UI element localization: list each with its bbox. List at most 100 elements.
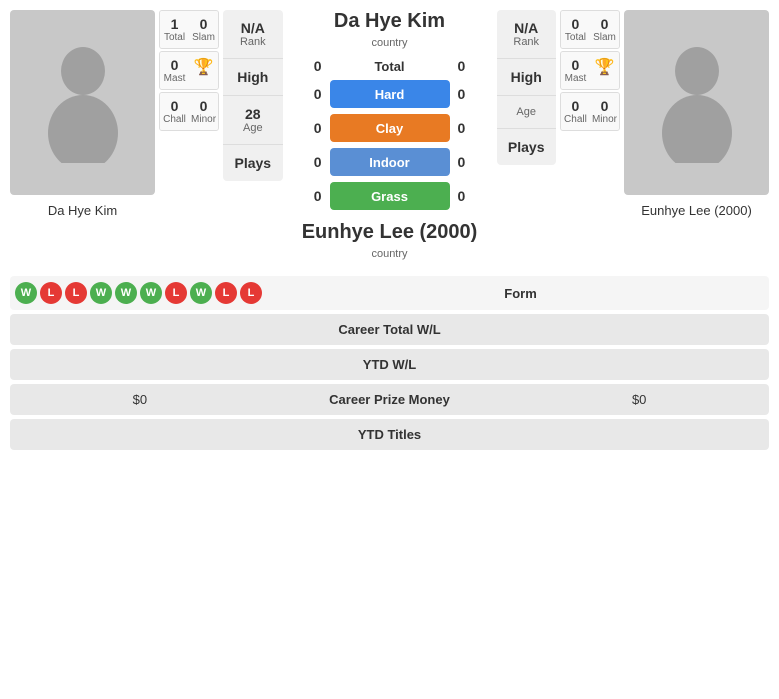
hard-badge: Hard — [330, 80, 450, 108]
left-plays-cell: Plays — [223, 145, 282, 181]
left-player-avatar-card: Da Hye Kim — [10, 10, 155, 218]
right-mast-label: Mast — [565, 73, 587, 84]
left-rank-cell: N/A Rank — [223, 10, 282, 59]
right-player-name-center: Eunhye Lee (2000) — [302, 221, 478, 244]
right-stats-block: 0 Total 0 Slam 0 Mast 🏆 0 — [560, 10, 620, 131]
form-badge-w: W — [15, 282, 37, 304]
left-total-value: 1 — [171, 16, 179, 32]
left-slam-label: Slam — [192, 32, 215, 43]
left-trophy-cell: 🏆 — [189, 52, 218, 89]
left-age-label: Age — [243, 122, 263, 134]
clay-badge: Clay — [330, 114, 450, 142]
ytd-titles-label: YTD Titles — [265, 427, 515, 442]
hard-score-right: 0 — [458, 86, 488, 102]
hard-score-left: 0 — [292, 86, 322, 102]
prize-right: $0 — [514, 392, 764, 407]
right-trophy-cell: 🏆 — [590, 52, 619, 89]
total-row: 0 Total 0 — [292, 58, 488, 74]
total-score-right: 0 — [458, 58, 488, 74]
clay-score-left: 0 — [292, 120, 322, 136]
ytd-wl-label: YTD W/L — [265, 357, 515, 372]
left-country-label: country — [371, 37, 407, 49]
total-score-left: 0 — [292, 58, 322, 74]
right-slam-cell: 0 Slam — [590, 11, 619, 48]
form-badge-l: L — [40, 282, 62, 304]
left-age-value: 28 — [245, 106, 261, 122]
ytd-titles-row: YTD Titles — [10, 419, 769, 450]
grass-row: 0 Grass 0 — [292, 182, 488, 210]
right-age-label: Age — [516, 106, 536, 118]
right-high-cell: High — [497, 59, 556, 96]
right-plays-value: Plays — [508, 139, 545, 155]
right-detail-card: N/A Rank High Age Plays — [497, 10, 556, 165]
form-badge-w: W — [115, 282, 137, 304]
left-slam-cell: 0 Slam — [189, 11, 218, 48]
left-rank-value: N/A — [241, 20, 265, 36]
right-plays-cell: Plays — [497, 129, 556, 165]
left-slam-value: 0 — [200, 16, 208, 32]
left-minor-cell: 0 Minor — [189, 93, 218, 130]
left-age-cell: 28 Age — [223, 96, 282, 145]
left-player-avatar — [10, 10, 155, 195]
form-badge-l: L — [165, 282, 187, 304]
right-country-label: country — [371, 248, 407, 260]
grass-label: Grass — [371, 189, 408, 204]
clay-label: Clay — [376, 121, 403, 136]
left-total-cell: 1 Total — [160, 11, 189, 48]
career-wl-row: Career Total W/L — [10, 314, 769, 345]
right-slam-value: 0 — [601, 16, 609, 32]
prize-label: Career Prize Money — [265, 392, 515, 407]
ytd-wl-row: YTD W/L — [10, 349, 769, 380]
right-player-avatar-card: Eunhye Lee (2000) — [624, 10, 769, 218]
left-chall-cell: 0 Chall — [160, 93, 189, 130]
left-minor-label: Minor — [191, 114, 216, 125]
right-chall-label: Chall — [564, 114, 587, 125]
right-rank-label: Rank — [513, 36, 539, 48]
clay-score-right: 0 — [458, 120, 488, 136]
form-badge-w: W — [90, 282, 112, 304]
left-total-label: Total — [164, 32, 185, 43]
left-stats-block: 1 Total 0 Slam 0 Mast 🏆 0 Main — [159, 10, 219, 131]
left-mast-cell: 0 Mast — [160, 52, 189, 89]
right-total-cell: 0 Total — [561, 11, 590, 48]
bottom-section: WLLWWWLWLL Form Career Total W/L YTD W/L… — [0, 276, 779, 450]
form-label: Form — [277, 286, 764, 301]
form-badge-w: W — [140, 282, 162, 304]
top-area: Da Hye Kim 1 Total 0 Slam 0 Mast — [0, 0, 779, 276]
form-badge-l: L — [215, 282, 237, 304]
indoor-score-left: 0 — [292, 154, 322, 170]
right-rank-value: N/A — [514, 20, 538, 36]
left-mast-value: 0 — [171, 57, 179, 73]
left-mast-label: Mast — [164, 73, 186, 84]
right-avatar-silhouette — [657, 43, 737, 163]
left-rank-label: Rank — [240, 36, 266, 48]
right-total-label: Total — [565, 32, 586, 43]
prize-left: $0 — [15, 392, 265, 407]
left-player-name-below: Da Hye Kim — [48, 203, 117, 218]
right-age-cell: Age — [497, 96, 556, 129]
right-chall-value: 0 — [572, 98, 580, 114]
right-player-name-below: Eunhye Lee (2000) — [641, 203, 752, 218]
right-mast-cell: 0 Mast — [561, 52, 590, 89]
clay-row: 0 Clay 0 — [292, 114, 488, 142]
right-high-value: High — [511, 69, 542, 85]
right-player-avatar — [624, 10, 769, 195]
form-badge-l: L — [65, 282, 87, 304]
left-avatar-silhouette — [43, 43, 123, 163]
form-badges: WLLWWWLWLL — [15, 282, 262, 304]
form-badge-l: L — [240, 282, 262, 304]
left-player-name-center: Da Hye Kim — [334, 10, 445, 33]
left-chall-value: 0 — [171, 98, 179, 114]
right-trophy-icon: 🏆 — [595, 57, 615, 77]
indoor-row: 0 Indoor 0 — [292, 148, 488, 176]
right-total-value: 0 — [572, 16, 580, 32]
right-chall-cell: 0 Chall — [561, 93, 590, 130]
career-wl-label: Career Total W/L — [265, 322, 515, 337]
right-minor-label: Minor — [592, 114, 617, 125]
right-minor-value: 0 — [601, 98, 609, 114]
grass-badge: Grass — [330, 182, 450, 210]
prize-row: $0 Career Prize Money $0 — [10, 384, 769, 415]
indoor-label: Indoor — [369, 155, 409, 170]
left-plays-value: Plays — [234, 155, 271, 171]
indoor-badge: Indoor — [330, 148, 450, 176]
